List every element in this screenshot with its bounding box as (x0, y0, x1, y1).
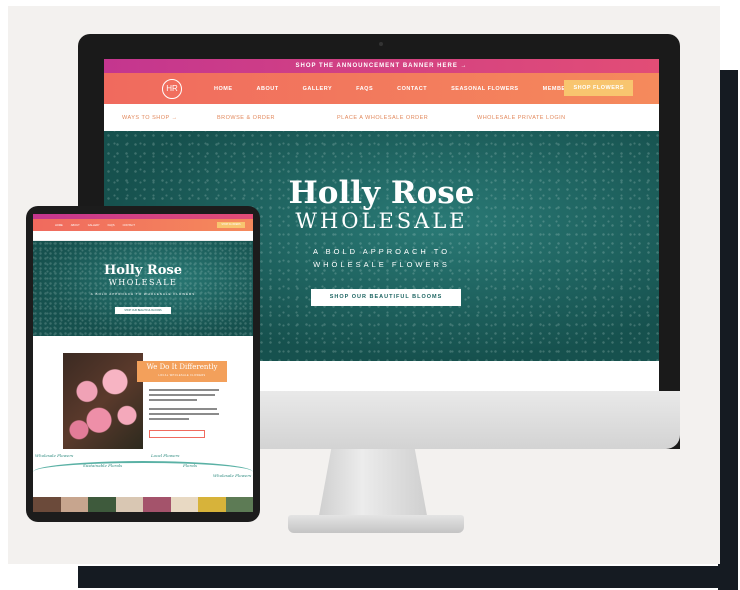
nav-about[interactable]: ABOUT (257, 86, 279, 92)
wave-label: Wholesale Flowers (35, 453, 74, 458)
paragraph-line (149, 408, 217, 410)
logo-icon[interactable]: HR (162, 79, 182, 99)
tablet-floral-pattern (33, 241, 253, 336)
nav-links: HOME ABOUT GALLERY FAQS CONTACT SEASONAL… (214, 73, 619, 104)
sub-nav: WAYS TO SHOP → BROWSE & ORDER PLACE A WH… (104, 104, 659, 132)
roses-photo (63, 353, 143, 449)
tablet-about-section: We Do It Differently LOCAL WHOLESALE FLO… (33, 335, 253, 485)
wave-label: Florals (183, 463, 198, 468)
shop-blooms-button[interactable]: SHOP OUR BEAUTIFUL BLOOMS (311, 289, 461, 306)
announcement-bar[interactable]: SHOP THE ANNOUNCEMENT BANNER HERE → (104, 59, 659, 73)
wave-label: Local Flowers (151, 453, 180, 458)
paragraph-line (149, 413, 219, 415)
photo-strip (33, 497, 253, 512)
paragraph-line (149, 418, 189, 420)
wave-label: Sustainable Florals (83, 463, 123, 468)
section-title: We Do It Differently (146, 363, 218, 371)
imac-stand-base (288, 515, 464, 533)
tablet-hero-tagline: A BOLD APPROACH TO WHOLESALE FLOWERS (90, 292, 196, 296)
tablet-nav-faqs[interactable]: FAQS (108, 224, 115, 227)
tablet-hero-title: Holly Rose (104, 263, 182, 278)
camera-icon (379, 42, 383, 46)
tablet-shop-blooms-button[interactable]: SHOP OUR BEAUTIFUL BLOOMS (115, 307, 171, 314)
section-heading-box: We Do It Differently LOCAL WHOLESALE FLO… (137, 361, 227, 382)
nav-home[interactable]: HOME (214, 86, 233, 92)
shop-flowers-button[interactable]: SHOP FLOWERS (564, 80, 633, 96)
frame-accent-right (718, 70, 738, 590)
tablet-nav-contact[interactable]: CONTACT (123, 224, 135, 227)
wave-divider (33, 461, 253, 483)
thumb-photo[interactable] (60, 497, 88, 512)
main-nav: HR HOME ABOUT GALLERY FAQS CONTACT SEASO… (104, 73, 659, 104)
tablet-sub-nav (33, 231, 253, 241)
paragraph-line (149, 389, 219, 391)
tablet-nav-home[interactable]: HOME (55, 224, 63, 227)
subnav-browse-order[interactable]: BROWSE & ORDER (217, 115, 337, 121)
tablet-nav: HOME ABOUT GALLERY FAQS CONTACT SHOP FLO… (33, 219, 253, 231)
subnav-ways-to-shop[interactable]: WAYS TO SHOP → (122, 115, 217, 121)
thumb-photo[interactable] (88, 497, 116, 512)
thumb-photo[interactable] (170, 497, 198, 512)
paragraph-line (149, 399, 197, 401)
tablet-nav-links: HOME ABOUT GALLERY FAQS CONTACT (55, 219, 143, 231)
tablet-website: HOME ABOUT GALLERY FAQS CONTACT SHOP FLO… (33, 214, 253, 512)
imac-stand (318, 449, 428, 521)
nav-seasonal-flowers[interactable]: SEASONAL FLOWERS (451, 86, 519, 92)
subnav-place-order[interactable]: PLACE A WHOLESALE ORDER (337, 115, 477, 121)
tablet-nav-about[interactable]: ABOUT (71, 224, 80, 227)
subnav-private-login[interactable]: WHOLESALE PRIVATE LOGIN (477, 115, 566, 121)
tablet-hero-subtitle: WHOLESALE (108, 278, 178, 287)
tablet-shop-button[interactable]: SHOP FLOWERS (217, 222, 245, 228)
wave-label: Wholesale Flowers (213, 473, 252, 478)
nav-faqs[interactable]: FAQS (356, 86, 373, 92)
frame-accent-bottom (78, 566, 738, 588)
thumb-photo[interactable] (143, 497, 171, 512)
thumb-photo[interactable] (225, 497, 253, 512)
tablet-hero: Holly Rose WHOLESALE A BOLD APPROACH TO … (33, 241, 253, 336)
thumb-photo[interactable] (198, 497, 226, 512)
nav-contact[interactable]: CONTACT (397, 86, 427, 92)
section-button[interactable] (149, 430, 205, 438)
nav-gallery[interactable]: GALLERY (303, 86, 333, 92)
tablet-nav-gallery[interactable]: GALLERY (88, 224, 100, 227)
paragraph-line (149, 394, 215, 396)
thumb-photo[interactable] (33, 497, 61, 512)
thumb-photo[interactable] (115, 497, 143, 512)
section-subtitle: LOCAL WHOLESALE FLOWERS (158, 374, 206, 377)
